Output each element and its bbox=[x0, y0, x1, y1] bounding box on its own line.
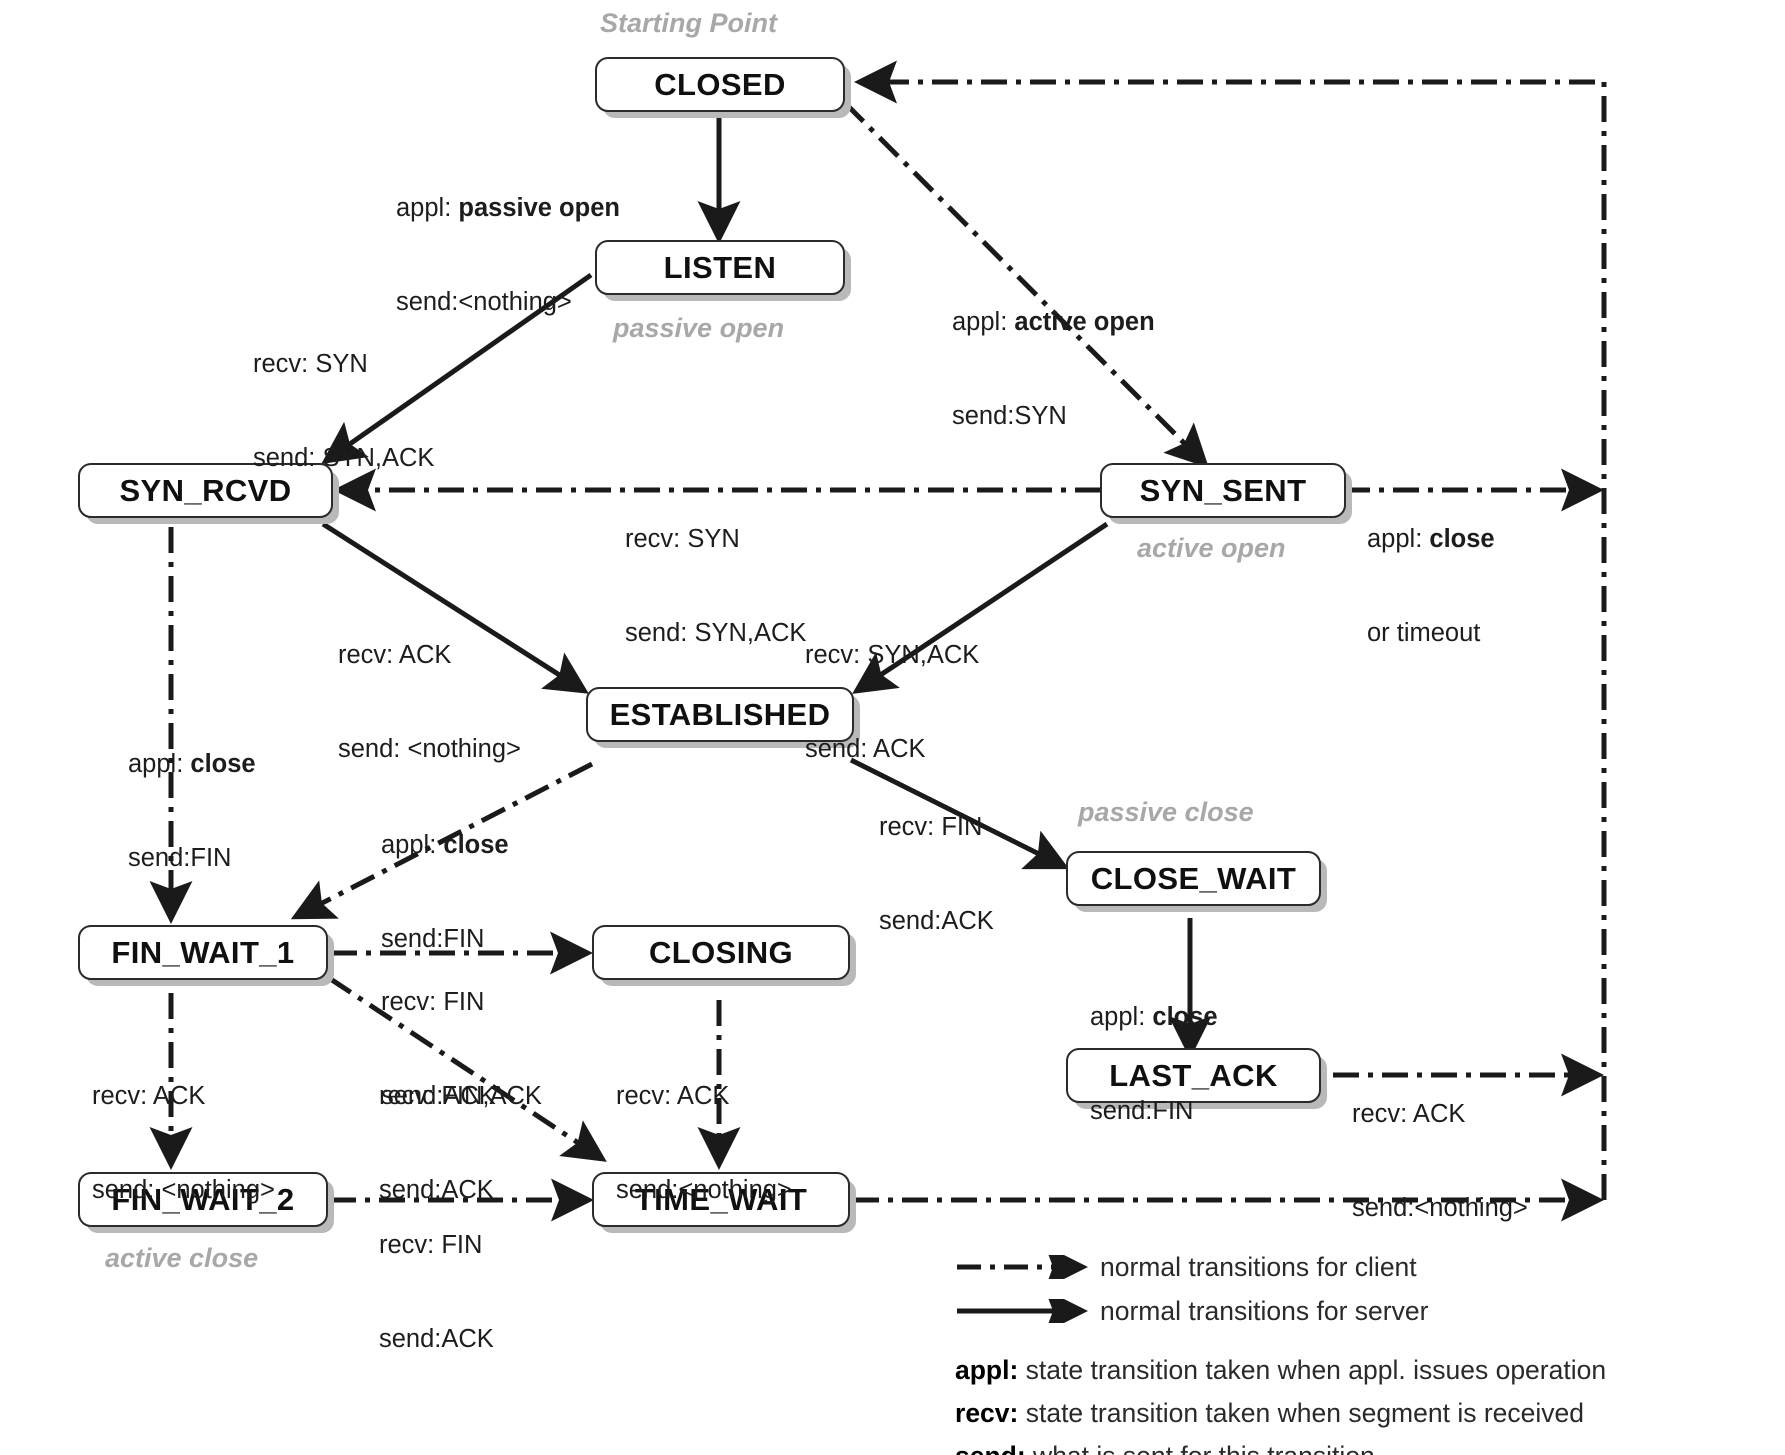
label-send-line: send:FIN bbox=[128, 843, 232, 872]
tcp-state-diagram: CLOSED LISTEN SYN_RCVD SYN_SENT ESTABLIS… bbox=[0, 0, 1785, 1455]
label-fin-wait-1-to-fin-wait-2: recv: ACK send: <nothing> bbox=[92, 1019, 275, 1268]
label-established-to-close-wait: recv: FIN send:ACK bbox=[879, 750, 994, 999]
state-closing[interactable]: CLOSING bbox=[592, 925, 850, 980]
label-syn-rcvd-to-fin-wait-1: appl: close send:FIN bbox=[128, 687, 256, 936]
note-active-open: active open bbox=[1137, 533, 1286, 563]
legend: normal transitions for client normal tra… bbox=[955, 1245, 1755, 1455]
label-close-wait-to-last-ack: appl: close send:FIN bbox=[1090, 940, 1218, 1189]
label-appl-action: close bbox=[190, 750, 256, 779]
solid-arrow-icon bbox=[955, 1289, 1100, 1333]
legend-def-appl: appl: state transition taken when appl. … bbox=[955, 1349, 1755, 1392]
label-appl-action: active open bbox=[1014, 308, 1155, 337]
state-closed[interactable]: CLOSED bbox=[595, 57, 845, 112]
label-appl-prefix: appl: bbox=[952, 308, 1015, 337]
label-appl-action: passive open bbox=[458, 194, 620, 223]
legend-desc-appl: state transition taken when appl. issues… bbox=[1018, 1355, 1607, 1385]
label-appl-prefix: appl: bbox=[1367, 525, 1430, 554]
legend-desc-recv: state transition taken when segment is r… bbox=[1018, 1397, 1584, 1428]
label-send-line: send: SYN,ACK bbox=[253, 443, 435, 472]
label-fin-wait-2-to-time-wait: recv: FIN send:ACK bbox=[379, 1168, 494, 1417]
label-appl-prefix: appl: bbox=[396, 194, 459, 223]
label-syn-sent-to-closed: appl: close or timeout bbox=[1367, 462, 1495, 711]
label-recv-line: recv: ACK bbox=[616, 1082, 730, 1111]
label-listen-to-syn-rcvd: recv: SYN send: SYN,ACK bbox=[253, 287, 434, 536]
legend-label-server: normal transitions for server bbox=[1100, 1295, 1429, 1326]
label-recv-line: recv: FIN bbox=[381, 988, 485, 1017]
label-send-line: send: <nothing> bbox=[92, 1175, 275, 1204]
dash-dot-arrow-icon bbox=[955, 1245, 1100, 1289]
label-recv-line: recv: SYN bbox=[625, 525, 740, 554]
legend-row-server: normal transitions for server bbox=[955, 1289, 1755, 1333]
label-send-line: send: <nothing> bbox=[338, 734, 521, 763]
legend-row-client: normal transitions for client bbox=[955, 1245, 1755, 1289]
label-send-line: send:SYN bbox=[952, 401, 1067, 430]
legend-desc-send: what is sent for this transition bbox=[1026, 1441, 1375, 1455]
legend-term-appl: appl: bbox=[955, 1355, 1019, 1385]
state-close-wait[interactable]: CLOSE_WAIT bbox=[1066, 851, 1321, 906]
label-recv-line: recv: ACK bbox=[92, 1082, 206, 1111]
label-closed-to-syn-sent: appl: active open send:SYN bbox=[952, 245, 1155, 494]
label-send-line: send:<nothing> bbox=[1352, 1193, 1528, 1222]
label-appl-action: close bbox=[1152, 1003, 1218, 1032]
label-send-line: send: SYN,ACK bbox=[625, 618, 807, 647]
note-passive-close: passive close bbox=[1078, 797, 1254, 827]
label-send-line: send:ACK bbox=[379, 1324, 494, 1353]
label-appl-prefix: appl: bbox=[381, 831, 444, 860]
legend-def-send: send: what is sent for this transition bbox=[955, 1435, 1755, 1455]
label-syn-sent-to-syn-rcvd: recv: SYN send: SYN,ACK bbox=[625, 462, 806, 711]
label-recv-line: recv: SYN,ACK bbox=[805, 641, 980, 670]
label-appl-action: close bbox=[1429, 525, 1495, 554]
label-recv-line: recv: FIN bbox=[879, 813, 983, 842]
label-recv-line: recv: ACK bbox=[338, 641, 452, 670]
label-send-line: send:FIN bbox=[1090, 1096, 1194, 1125]
label-recv-line: recv: FIN,ACK bbox=[379, 1082, 542, 1111]
label-appl-action: close bbox=[443, 831, 509, 860]
label-recv-line: recv: ACK bbox=[1352, 1100, 1466, 1129]
legend-term-send: send: bbox=[955, 1441, 1026, 1455]
legend-def-recv: recv: state transition taken when segmen… bbox=[955, 1392, 1755, 1435]
label-send-line: send:<nothing> bbox=[616, 1175, 792, 1204]
label-appl-prefix: appl: bbox=[1090, 1003, 1153, 1032]
label-recv-line: recv: FIN bbox=[379, 1231, 483, 1260]
label-closing-to-time-wait: recv: ACK send:<nothing> bbox=[616, 1019, 792, 1268]
label-timeout-line: or timeout bbox=[1367, 618, 1481, 647]
label-send-line: send:ACK bbox=[879, 906, 994, 935]
legend-label-client: normal transitions for client bbox=[1100, 1251, 1417, 1282]
note-starting-point: Starting Point bbox=[600, 8, 777, 38]
label-recv-line: recv: SYN bbox=[253, 350, 368, 379]
legend-definitions: appl: state transition taken when appl. … bbox=[955, 1349, 1755, 1455]
state-listen[interactable]: LISTEN bbox=[595, 240, 845, 295]
note-passive-open: passive open bbox=[613, 313, 785, 343]
label-appl-prefix: appl: bbox=[128, 750, 191, 779]
legend-term-recv: recv: bbox=[955, 1397, 1019, 1428]
